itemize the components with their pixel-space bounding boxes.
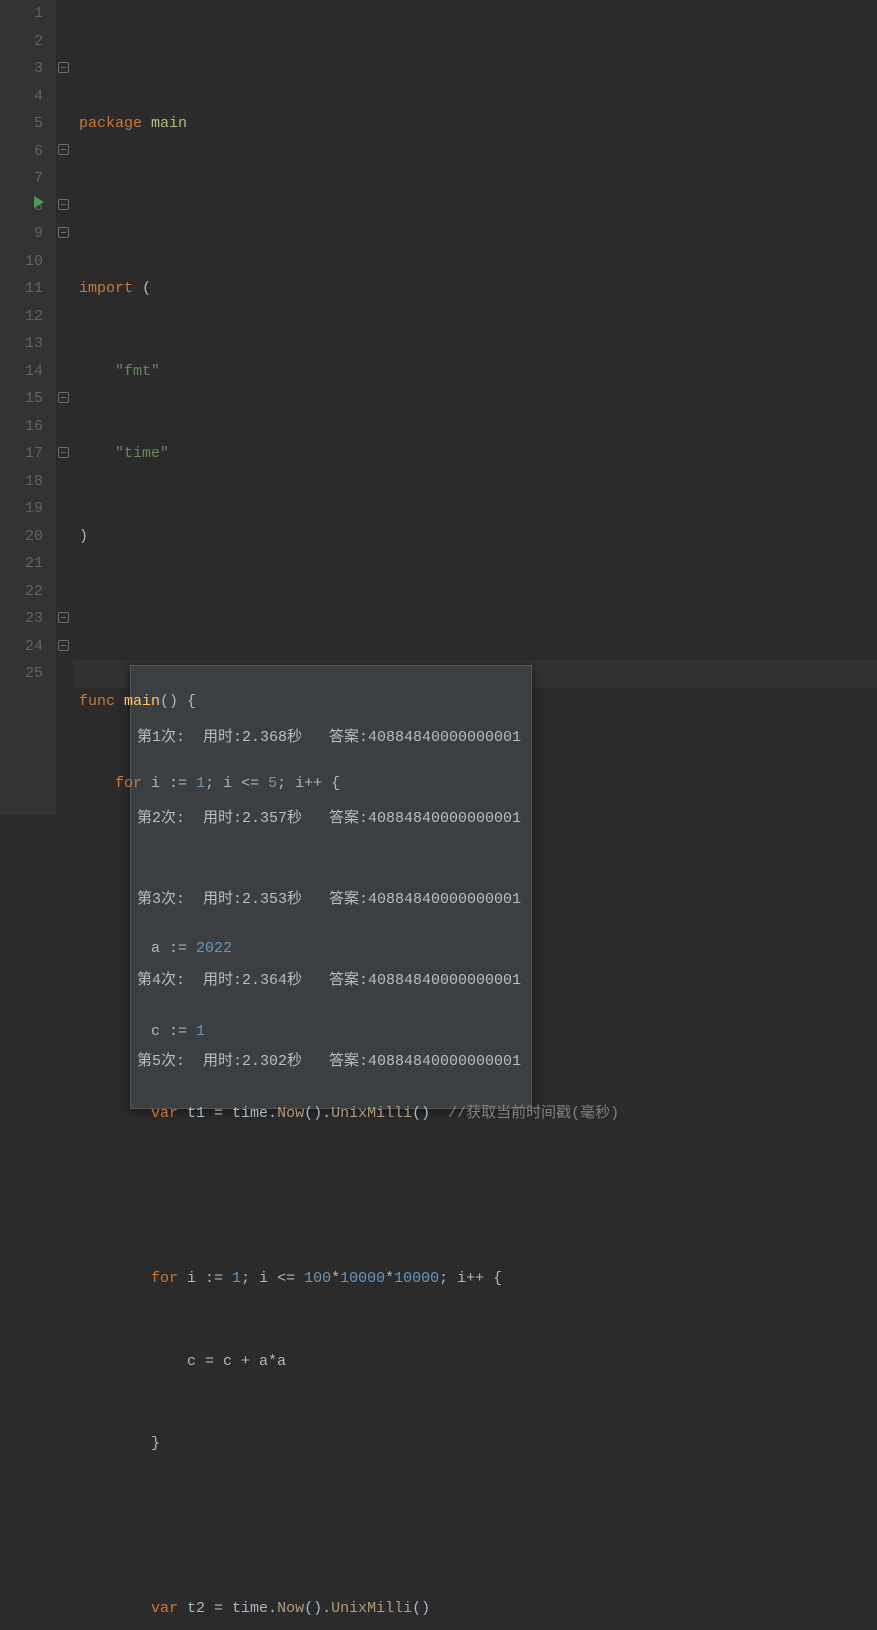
line-number: 1	[0, 0, 43, 28]
code-line: "fmt"	[79, 358, 877, 386]
code-editor[interactable]: 1234567891011121314151617181920212223242…	[0, 0, 877, 815]
output-line: 第5次: 用时:2.302秒 答案:40884840000000001	[137, 1048, 521, 1075]
code-line	[79, 1513, 877, 1541]
line-number: 15	[0, 385, 43, 413]
line-gutter: 1234567891011121314151617181920212223242…	[0, 0, 55, 815]
code-line: }	[79, 1430, 877, 1458]
run-icon[interactable]	[34, 196, 44, 208]
line-number: 21	[0, 550, 43, 578]
fold-marker[interactable]	[58, 144, 69, 155]
line-number: 9	[0, 220, 43, 248]
code-line: "time"	[79, 440, 877, 468]
code-line	[79, 605, 877, 633]
code-line	[79, 1183, 877, 1211]
code-line: package main	[79, 110, 877, 138]
fold-marker[interactable]	[58, 392, 69, 403]
line-number: 16	[0, 413, 43, 441]
line-number: 20	[0, 523, 43, 551]
line-number: 23	[0, 605, 43, 633]
line-number: 11	[0, 275, 43, 303]
line-number: 6	[0, 138, 43, 166]
line-number: 17	[0, 440, 43, 468]
line-number: 4	[0, 83, 43, 111]
code-area[interactable]: package main import ( "fmt" "time" ) fun…	[73, 0, 877, 815]
code-line	[79, 853, 877, 881]
line-number: 13	[0, 330, 43, 358]
code-line: c = c + a*a	[79, 1348, 877, 1376]
line-number: 10	[0, 248, 43, 276]
line-number: 5	[0, 110, 43, 138]
code-line: c := 1	[79, 1018, 877, 1046]
line-number: 22	[0, 578, 43, 606]
output-line: 第1次: 用时:2.368秒 答案:40884840000000001	[137, 724, 521, 751]
line-number: 3	[0, 55, 43, 83]
code-line: func main() {	[79, 688, 877, 716]
fold-column	[55, 0, 73, 815]
code-line: var t2 = time.Now().UnixMilli()	[79, 1595, 877, 1623]
fold-marker[interactable]	[58, 199, 69, 210]
line-number: 18	[0, 468, 43, 496]
line-number: 12	[0, 303, 43, 331]
fold-marker[interactable]	[58, 612, 69, 623]
code-line: var t1 = time.Now().UnixMilli() //获取当前时间…	[79, 1100, 877, 1128]
code-line: )	[79, 523, 877, 551]
line-number: 19	[0, 495, 43, 523]
fold-marker[interactable]	[58, 640, 69, 651]
code-line: import (	[79, 275, 877, 303]
fold-marker[interactable]	[58, 227, 69, 238]
fold-marker[interactable]	[58, 62, 69, 73]
line-number: 14	[0, 358, 43, 386]
output-line: 第3次: 用时:2.353秒 答案:40884840000000001	[137, 886, 521, 913]
output-line: 第2次: 用时:2.357秒 答案:40884840000000001	[137, 805, 521, 832]
output-line: 第4次: 用时:2.364秒 答案:40884840000000001	[137, 967, 521, 994]
code-line: for i := 1; i <= 5; i++ {	[79, 770, 877, 798]
line-number: 2	[0, 28, 43, 56]
line-number: 7	[0, 165, 43, 193]
fold-marker[interactable]	[58, 447, 69, 458]
code-line: for i := 1; i <= 100*10000*10000; i++ {	[79, 1265, 877, 1293]
code-line: a := 2022	[79, 935, 877, 963]
line-number: 25	[0, 660, 43, 688]
code-line	[79, 193, 877, 221]
line-number: 24	[0, 633, 43, 661]
